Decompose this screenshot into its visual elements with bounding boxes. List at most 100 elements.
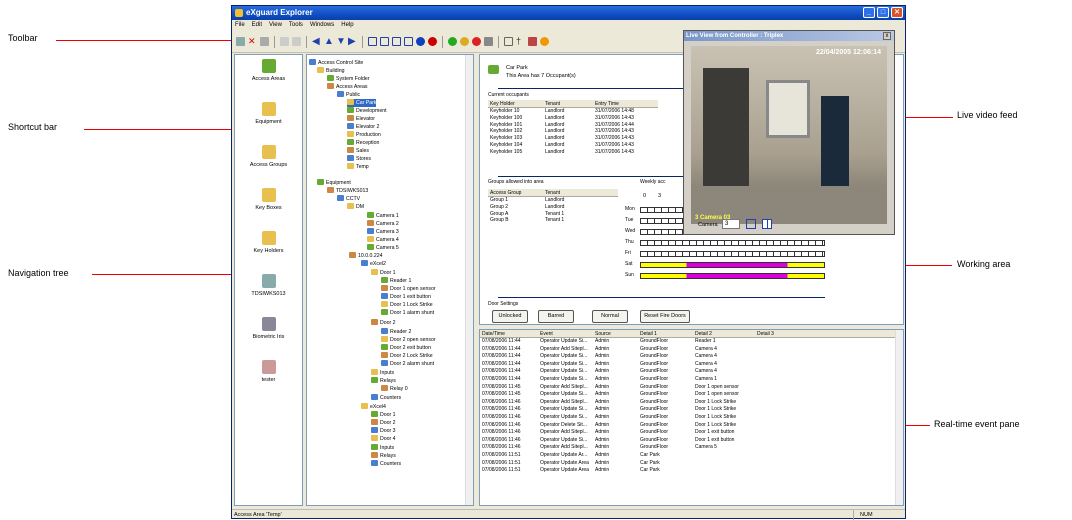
shortcut-access-groups[interactable]: Access Groups [235, 141, 302, 184]
occupant-row[interactable]: Keyholder 102 Landlord 31/07/2006 14:43 [488, 128, 658, 135]
list-icon[interactable] [292, 37, 301, 46]
alarm-icon[interactable] [540, 37, 549, 46]
up-icon[interactable]: ▲ [324, 37, 334, 47]
normal-button[interactable]: Normal [592, 310, 628, 323]
event-scrollbar[interactable] [895, 330, 903, 505]
column-header[interactable]: Tenant [543, 189, 603, 196]
event-row[interactable]: 07/08/2006 11:51 Operator Update Area Admi… [480, 467, 903, 475]
tree-node[interactable]: Door 2 exit button [381, 344, 431, 352]
group-row[interactable]: Group B Tenant 1 [488, 217, 618, 224]
pause-icon[interactable] [460, 37, 469, 46]
column-header[interactable]: Detail 1 [638, 330, 693, 337]
tree-node[interactable]: eXcel2 [361, 260, 386, 268]
column-header[interactable]: Access Group [488, 189, 543, 196]
tree-node[interactable]: Inputs [371, 369, 394, 377]
reset-fire-doors-button[interactable]: Reset Fire Doors [640, 310, 690, 323]
barred-button[interactable]: Barred [538, 310, 574, 323]
tree-node[interactable]: Access Control Site [309, 59, 363, 67]
column-header[interactable]: Detail 2 [693, 330, 755, 337]
column-header[interactable]: Source [593, 330, 638, 337]
properties-icon[interactable] [260, 37, 269, 46]
unlocked-button[interactable]: Unlocked [492, 310, 528, 323]
day-schedule[interactable] [640, 251, 825, 257]
day-schedule[interactable] [640, 262, 825, 268]
tree-node[interactable]: Door 1 Lock Strike [381, 301, 433, 309]
column-header[interactable]: Detail 3 [755, 330, 795, 337]
camera-icon[interactable] [484, 37, 493, 46]
column-header[interactable]: Tenant [543, 100, 593, 107]
tree-node[interactable]: eXcel4 [361, 403, 386, 411]
shortcut-workstation[interactable]: TDSIWKS013 [235, 270, 302, 313]
delete-icon[interactable]: ✕ [248, 37, 257, 46]
tree-node[interactable]: Door 1 [371, 269, 396, 277]
tree-node[interactable]: Relays [371, 377, 396, 385]
live-view-window[interactable]: Live View from Controller : Triplex x 22… [683, 30, 895, 235]
link-icon[interactable] [368, 37, 377, 46]
column-header[interactable]: Key Holder [488, 100, 543, 107]
tree-node[interactable]: System Folder [327, 75, 369, 83]
tree-node[interactable]: Door 4 [371, 435, 396, 443]
tree-node[interactable]: Counters [371, 394, 401, 402]
group-row[interactable]: Group 2 Landlord [488, 204, 618, 211]
tree-scrollbar[interactable] [465, 55, 473, 505]
event-row[interactable]: 07/08/2006 11:44 Operator Add Sitepl... Ad… [480, 346, 903, 354]
tree-node[interactable]: Reception [347, 139, 379, 147]
tree-node[interactable]: Stores [347, 155, 371, 163]
tree-node[interactable]: Sales [347, 147, 369, 155]
info-icon[interactable] [416, 37, 425, 46]
tree-node[interactable]: CCTV [337, 195, 360, 203]
key-icon[interactable]: † [516, 37, 525, 46]
event-row[interactable]: 07/08/2006 11:51 Operator Update Area Admi… [480, 460, 903, 468]
group-row[interactable]: Group 1 Landlord [488, 197, 618, 204]
tree-node[interactable]: Reader 1 [381, 277, 411, 285]
tree-node[interactable]: Relays [371, 452, 396, 460]
shortcut-key-holders[interactable]: Key Holders [235, 227, 302, 270]
tree-node[interactable]: TDSIWKS013 [327, 187, 368, 195]
tree-node[interactable]: Inputs [371, 444, 394, 452]
event-row[interactable]: 07/08/2006 11:46 Operator Update Si... Adm… [480, 437, 903, 445]
event-row[interactable]: 07/08/2006 11:46 Operator Add Sitepl... Ad… [480, 444, 903, 452]
people-icon[interactable] [528, 37, 537, 46]
tree-node[interactable]: Door 2 [371, 419, 396, 427]
tree-node[interactable]: Door 2 alarm shunt [381, 360, 434, 368]
tree-node[interactable]: Camera 2 [367, 220, 399, 228]
tree-node[interactable]: Public [337, 91, 360, 99]
event-row[interactable]: 07/08/2006 11:45 Operator Update Si... Adm… [480, 391, 903, 399]
quad-view-icon[interactable] [762, 219, 772, 229]
minimize-button[interactable]: _ [863, 7, 875, 18]
event-row[interactable]: 07/08/2006 11:45 Operator Add Sitepl... Ad… [480, 384, 903, 392]
tree-node[interactable]: Camera 5 [367, 244, 399, 252]
column-header[interactable]: Entry Time [593, 100, 658, 107]
tree-node[interactable]: Equipment [317, 179, 351, 187]
occupant-row[interactable]: Keyholder 100 Landlord 31/07/2006 14:43 [488, 115, 658, 122]
event-row[interactable]: 07/08/2006 11:46 Operator Add Sitepl... Ad… [480, 399, 903, 407]
occupant-row[interactable]: Keyholder 10 Landlord 31/07/2006 14:48 [488, 108, 658, 115]
back-icon[interactable]: ◀ [312, 37, 321, 47]
shortcut-equipment[interactable]: Equipment [235, 98, 302, 141]
event-row[interactable]: 07/08/2006 11:44 Operator Update Si... Adm… [480, 338, 903, 346]
forward-icon[interactable]: ▶ [348, 37, 357, 47]
tree-node[interactable]: Camera 3 [367, 228, 399, 236]
tree-node[interactable]: Relay 0 [381, 385, 408, 393]
tree-node[interactable]: Counters [371, 460, 401, 468]
chart-icon[interactable] [404, 37, 413, 46]
tree-node[interactable]: Building [317, 67, 344, 75]
tree-node[interactable]: Door 3 [371, 427, 396, 435]
tree-node[interactable]: Elevator 2 [347, 123, 379, 131]
stop-icon[interactable] [428, 37, 437, 46]
map-icon[interactable] [380, 37, 389, 46]
shortcut-key-boxes[interactable]: Key Boxes [235, 184, 302, 227]
event-row[interactable]: 07/08/2006 11:44 Operator Update Si... Adm… [480, 368, 903, 376]
camera-select[interactable]: 3 [722, 219, 740, 229]
group-row[interactable]: Group A Tenant 1 [488, 211, 618, 218]
event-row[interactable]: 07/08/2006 11:46 Operator Add Sitepl... Ad… [480, 429, 903, 437]
occupant-row[interactable]: Keyholder 105 Landlord 31/07/2006 14:43 [488, 149, 658, 156]
day-schedule[interactable] [640, 273, 825, 279]
record-icon[interactable] [472, 37, 481, 46]
event-row[interactable]: 07/08/2006 11:51 Operator Update Ar... Adm… [480, 452, 903, 460]
shortcut-biometric[interactable]: Biometric Iris [235, 313, 302, 356]
menu-windows[interactable]: Windows [310, 20, 334, 30]
tree-node[interactable]: Camera 1 [367, 212, 399, 220]
view-icon[interactable] [280, 37, 289, 46]
new-icon[interactable] [236, 37, 245, 46]
